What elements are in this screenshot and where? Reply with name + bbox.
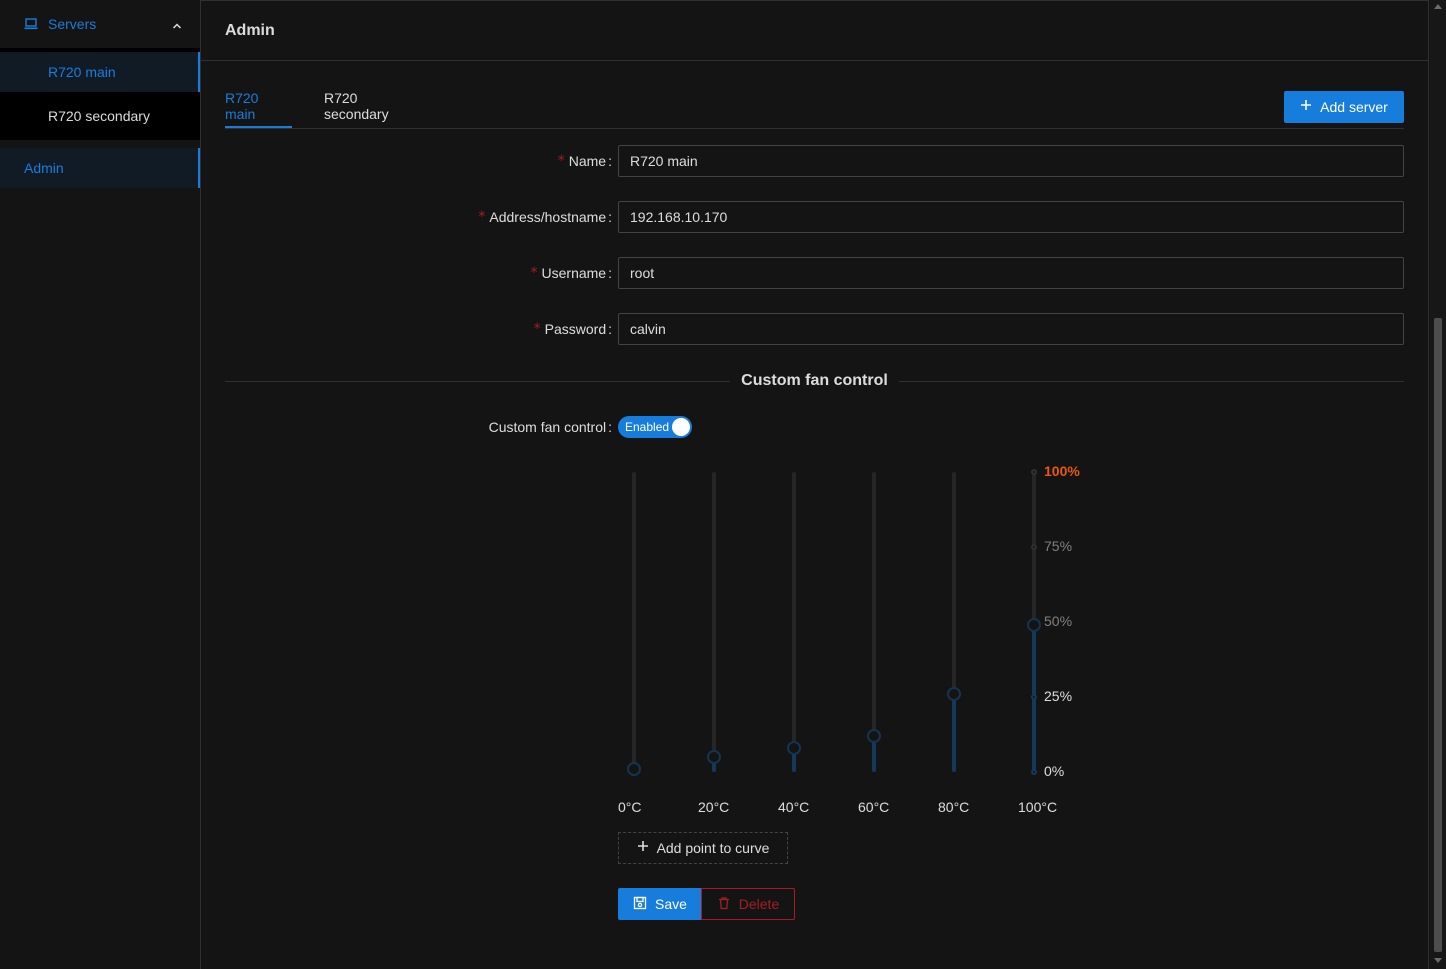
form-row-password: * Password: <box>225 313 1404 345</box>
sidebar-sublist: R720 main R720 secondary <box>0 48 200 140</box>
add-server-label: Add server <box>1320 99 1388 115</box>
name-field[interactable] <box>618 145 1404 177</box>
switch-knob <box>672 418 690 436</box>
delete-button[interactable]: Delete <box>701 888 795 920</box>
save-icon <box>633 896 655 913</box>
fan-slider[interactable] <box>784 472 804 772</box>
slider-handle[interactable] <box>707 750 721 764</box>
delete-label: Delete <box>738 896 780 912</box>
sidebar-item-admin[interactable]: Admin <box>0 148 200 188</box>
username-field[interactable] <box>618 257 1404 289</box>
address-field[interactable] <box>618 201 1404 233</box>
scroll-up-icon[interactable] <box>1434 4 1442 9</box>
form-row-name: * Name: <box>225 145 1404 177</box>
add-point-button[interactable]: Add point to curve <box>618 832 788 864</box>
chevron-up-icon[interactable] <box>172 18 182 29</box>
address-label: * Address/hostname: <box>478 209 612 225</box>
sidebar-item-label: R720 main <box>48 64 116 80</box>
slider-handle[interactable] <box>947 687 961 701</box>
sidebar-item-label: Admin <box>24 160 64 176</box>
save-button[interactable]: Save <box>618 888 702 920</box>
slider-mark-dot <box>1031 694 1037 700</box>
scrollbar-thumb[interactable] <box>1434 318 1442 952</box>
save-label: Save <box>655 896 687 912</box>
password-label: * Password: <box>533 321 612 337</box>
fan-control-switch[interactable]: Enabled <box>618 416 692 438</box>
password-field[interactable] <box>618 313 1404 345</box>
add-point-label: Add point to curve <box>656 840 770 856</box>
plus-icon <box>637 839 649 857</box>
slider-mark-dot <box>1031 769 1037 775</box>
temperature-label: 0°C <box>618 799 642 815</box>
name-label: * Name: <box>557 153 612 169</box>
sidebar-submenu-label: Servers <box>48 16 97 32</box>
scrollbar[interactable] <box>1430 0 1446 969</box>
fan-slider[interactable] <box>864 472 884 772</box>
temperature-label: 40°C <box>778 799 810 815</box>
page-title: Admin <box>201 1 1428 61</box>
tab-r720-main[interactable]: R720 main <box>225 84 292 128</box>
sidebar-submenu-servers[interactable]: Servers <box>0 0 200 48</box>
slider-rail <box>632 472 636 772</box>
slider-handle[interactable] <box>1027 618 1041 632</box>
temperature-label: 100°C <box>1018 799 1058 815</box>
slider-rail <box>872 472 876 772</box>
divider-line-left <box>225 381 730 382</box>
fan-slider[interactable] <box>624 472 644 776</box>
section-divider: Custom fan control <box>225 370 1404 394</box>
slider-handle[interactable] <box>787 741 801 755</box>
switch-label: Enabled <box>625 420 670 434</box>
sidebar-item-r720-secondary[interactable]: R720 secondary <box>0 96 200 136</box>
sidebar-item-label: R720 secondary <box>48 108 150 124</box>
temperature-label: 60°C <box>858 799 890 815</box>
slider-handle[interactable] <box>867 729 881 743</box>
tab-r720-secondary[interactable]: R720 secondary <box>324 84 424 128</box>
temperature-label: 80°C <box>938 799 970 815</box>
slider-track <box>952 694 956 772</box>
divider-title: Custom fan control <box>741 372 888 389</box>
sidebar-item-r720-main[interactable]: R720 main <box>0 52 200 92</box>
percent-mark-label: 0% <box>1044 763 1065 779</box>
slider-rail <box>792 472 796 772</box>
fan-slider[interactable] <box>944 472 964 772</box>
percent-mark-label: 100% <box>1044 463 1080 479</box>
slider-handle[interactable] <box>627 762 641 776</box>
add-server-button[interactable]: Add server <box>1284 91 1404 123</box>
tab-label: R720 secondary <box>324 90 389 122</box>
server-tabs: R720 main R720 secondary <box>225 84 1404 129</box>
percent-mark-label: 25% <box>1044 688 1073 704</box>
username-label: * Username: <box>530 265 612 281</box>
form-row-fan-control: Custom fan control: <box>225 411 1404 443</box>
temperature-label: 20°C <box>698 799 730 815</box>
percent-mark-label: 50% <box>1044 613 1073 629</box>
percent-mark-label: 75% <box>1044 538 1073 554</box>
scroll-down-icon[interactable] <box>1434 958 1442 963</box>
slider-mark-dot <box>1031 544 1037 550</box>
laptop-icon <box>24 17 38 31</box>
sidebar: Servers R720 main R720 secondary Admin <box>0 0 201 969</box>
slider-rail <box>712 472 716 772</box>
tab-label: R720 main <box>225 90 259 122</box>
trash-icon <box>717 896 739 913</box>
fan-slider[interactable] <box>1024 469 1044 775</box>
plus-icon <box>1300 98 1312 116</box>
divider-line-right <box>899 381 1404 382</box>
fan-slider[interactable] <box>704 472 724 772</box>
fan-control-label: Custom fan control: <box>488 419 612 435</box>
slider-mark-dot <box>1031 469 1037 475</box>
form-row-username: * Username: <box>225 257 1404 289</box>
form-row-address: * Address/hostname: <box>225 201 1404 233</box>
